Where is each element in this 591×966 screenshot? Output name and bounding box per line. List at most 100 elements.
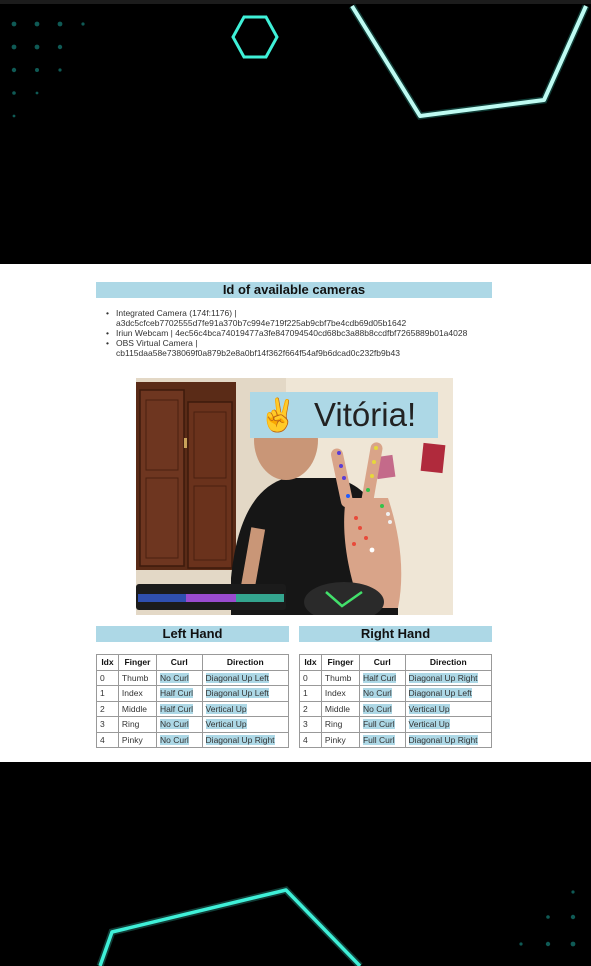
cell-finger: Ring — [117, 716, 157, 733]
camera-list-item: Integrated Camera (174f:1176) | a3dc5cfc… — [104, 308, 504, 328]
wardrobe — [136, 382, 236, 570]
table-row: 0 Thumb Half Curl Diagonal Up Right — [299, 669, 493, 686]
direction-value: Diagonal Up Left — [408, 688, 472, 699]
cell-curl: Half Curl — [155, 685, 203, 702]
curl-value: No Curl — [159, 734, 189, 745]
cell-finger: Index — [117, 685, 157, 702]
cell-curl: No Curl — [358, 700, 406, 717]
direction-value: Vertical Up — [408, 719, 450, 730]
curl-value: No Curl — [362, 703, 392, 714]
cell-idx: 2 — [299, 700, 322, 717]
table-row: 2 Middle Half Curl Vertical Up — [96, 700, 290, 717]
cell-direction: Diagonal Up Left — [404, 685, 493, 702]
column-header: Direction — [404, 654, 493, 671]
table-row: 0 Thumb No Curl Diagonal Up Left — [96, 669, 290, 686]
direction-value: Vertical Up — [205, 719, 247, 730]
cell-finger: Ring — [320, 716, 360, 733]
page-title: Id of available cameras — [96, 282, 492, 298]
cell-curl: No Curl — [358, 685, 406, 702]
right-hand-table: Idx Finger Curl Direction 0 Thumb Half C… — [299, 654, 493, 748]
left-hand-table: Idx Finger Curl Direction 0 Thumb No Cur… — [96, 654, 290, 748]
table-header-row: Idx Finger Curl Direction — [299, 654, 493, 671]
table-row: 4 Pinky Full Curl Diagonal Up Right — [299, 731, 493, 748]
curl-value: No Curl — [159, 672, 189, 683]
table-row: 4 Pinky No Curl Diagonal Up Right — [96, 731, 290, 748]
cell-curl: Full Curl — [358, 731, 406, 748]
cell-idx: 3 — [299, 716, 322, 733]
cell-direction: Vertical Up — [404, 716, 493, 733]
cell-curl: Full Curl — [358, 716, 406, 733]
cell-idx: 1 — [96, 685, 119, 702]
camera-label: Integrated Camera (174f:1176) | — [116, 308, 237, 318]
direction-value: Vertical Up — [205, 703, 247, 714]
curl-value: No Curl — [159, 719, 189, 730]
cell-curl: Half Curl — [358, 669, 406, 686]
camera-id: a3dc5cfceb7702555d7fe91a370b7c994e719f22… — [116, 318, 407, 328]
cell-direction: Vertical Up — [201, 716, 290, 733]
cell-finger: Pinky — [117, 731, 157, 748]
left-hand-section: Left Hand Idx Finger Curl Direction 0 Th… — [96, 626, 290, 748]
camera-label: OBS Virtual Camera | — [116, 338, 198, 348]
cell-finger: Middle — [320, 700, 360, 717]
cell-idx: 4 — [299, 731, 322, 748]
table-row: 3 Ring No Curl Vertical Up — [96, 716, 290, 733]
cell-idx: 0 — [299, 669, 322, 686]
cell-finger: Thumb — [320, 669, 360, 686]
cell-idx: 3 — [96, 716, 119, 733]
curl-value: Full Curl — [362, 734, 395, 745]
direction-value: Diagonal Up Left — [205, 672, 269, 683]
curl-value: No Curl — [362, 688, 392, 699]
column-header: Finger — [320, 654, 360, 671]
cell-direction: Vertical Up — [201, 700, 290, 717]
cell-direction: Vertical Up — [404, 700, 493, 717]
table-row: 2 Middle No Curl Vertical Up — [299, 700, 493, 717]
camera-id: cb115daa58e738069f0a879b2e8a0bf14f362f66… — [116, 348, 400, 358]
camera-page: Id of available cameras Integrated Camer… — [0, 264, 591, 762]
curl-value: Half Curl — [159, 688, 194, 699]
curl-value: Half Curl — [362, 672, 397, 683]
bottom-decoration — [0, 762, 591, 966]
cell-finger: Thumb — [117, 669, 157, 686]
camera-label: Iriun Webcam | 4ec56c4bca74019477a3fe847… — [116, 328, 468, 338]
cell-curl: No Curl — [155, 669, 203, 686]
camera-list-item: Iriun Webcam | 4ec56c4bca74019477a3fe847… — [104, 328, 504, 338]
table-row: 1 Index Half Curl Diagonal Up Left — [96, 685, 290, 702]
cell-direction: Diagonal Up Right — [404, 669, 493, 686]
right-hand-section: Right Hand Idx Finger Curl Direction 0 T… — [299, 626, 493, 748]
cell-direction: Diagonal Up Left — [201, 685, 290, 702]
cell-curl: No Curl — [155, 731, 203, 748]
cell-finger: Middle — [117, 700, 157, 717]
table-row: 3 Ring Full Curl Vertical Up — [299, 716, 493, 733]
camera-list-item: OBS Virtual Camera | cb115daa58e738069f0… — [104, 338, 504, 358]
column-header: Idx — [96, 654, 119, 671]
top-decoration — [0, 0, 591, 264]
column-header: Curl — [155, 654, 203, 671]
gesture-banner: ✌️ Vitória! — [250, 392, 438, 438]
column-header: Curl — [358, 654, 406, 671]
cell-finger: Pinky — [320, 731, 360, 748]
keyboard — [136, 584, 286, 610]
right-hand-title: Right Hand — [299, 626, 492, 642]
camera-list: Integrated Camera (174f:1176) | a3dc5cfc… — [104, 308, 504, 358]
column-header: Idx — [299, 654, 322, 671]
direction-value: Diagonal Up Right — [205, 734, 275, 745]
table-row: 1 Index No Curl Diagonal Up Left — [299, 685, 493, 702]
left-hand-title: Left Hand — [96, 626, 289, 642]
table-header-row: Idx Finger Curl Direction — [96, 654, 290, 671]
cell-direction: Diagonal Up Right — [404, 731, 493, 748]
cell-curl: Half Curl — [155, 700, 203, 717]
cell-idx: 4 — [96, 731, 119, 748]
curl-value: Full Curl — [362, 719, 395, 730]
cell-curl: No Curl — [155, 716, 203, 733]
column-header: Finger — [117, 654, 157, 671]
direction-value: Diagonal Up Right — [408, 734, 478, 745]
cell-finger: Index — [320, 685, 360, 702]
column-header: Direction — [201, 654, 290, 671]
cell-idx: 1 — [299, 685, 322, 702]
direction-value: Diagonal Up Right — [408, 672, 478, 683]
cell-idx: 2 — [96, 700, 119, 717]
direction-value: Vertical Up — [408, 703, 450, 714]
direction-value: Diagonal Up Left — [205, 688, 269, 699]
gesture-label: Vitória! — [314, 396, 417, 433]
cell-direction: Diagonal Up Left — [201, 669, 290, 686]
